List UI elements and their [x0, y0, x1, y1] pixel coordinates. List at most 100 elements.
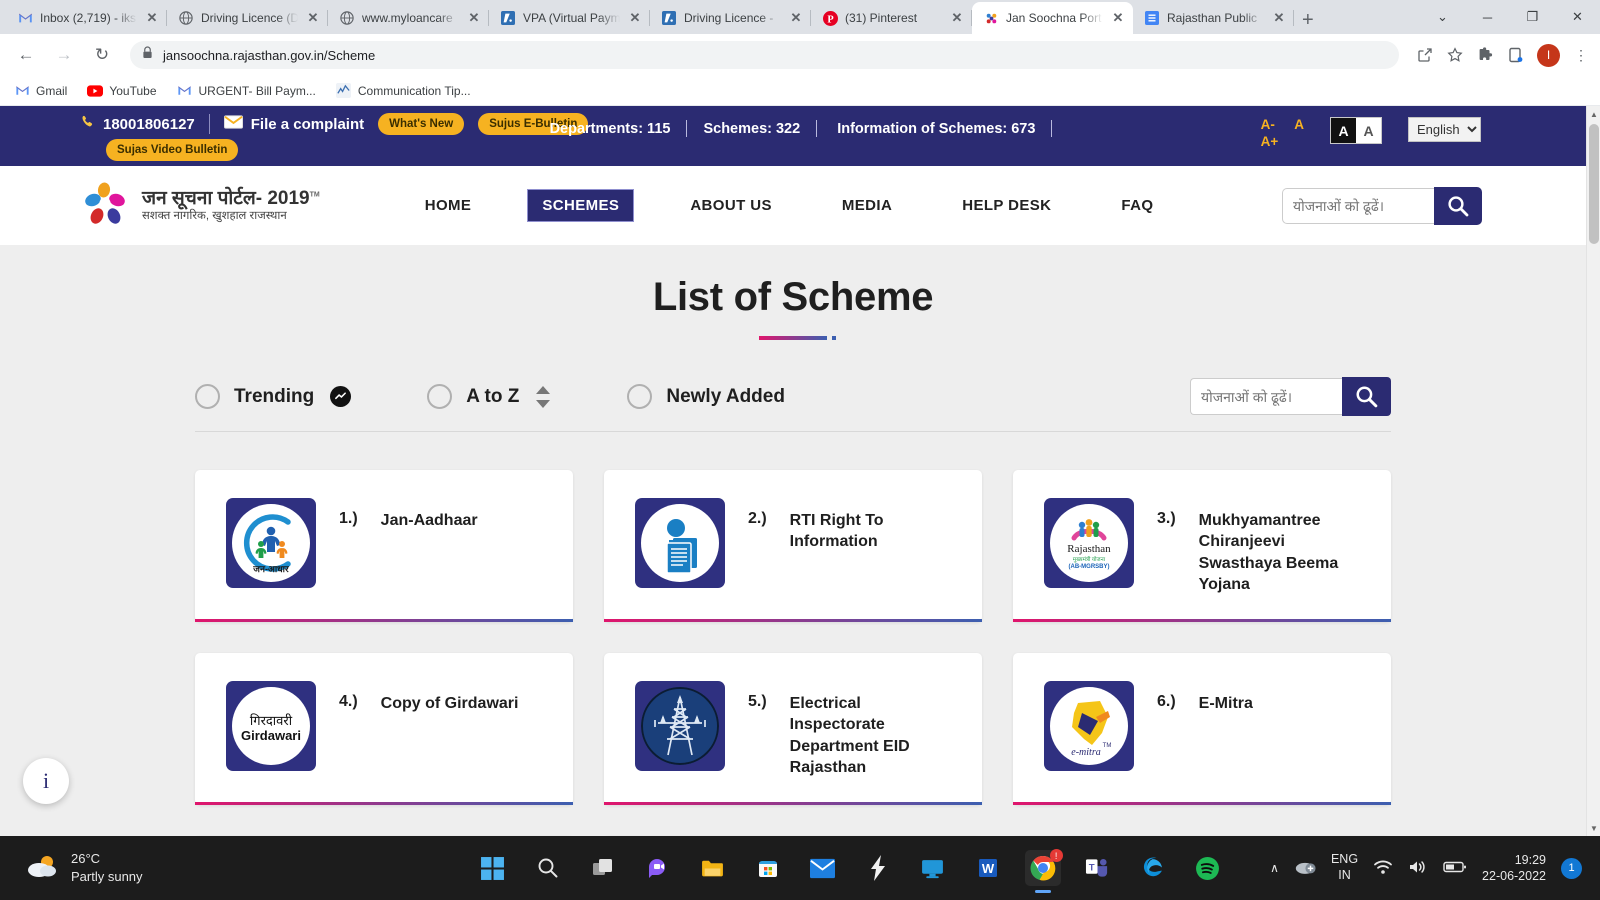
whats-new-button[interactable]: What's New [378, 113, 465, 135]
close-icon[interactable]: ✕ [788, 10, 804, 26]
edge-icon[interactable] [1135, 850, 1171, 886]
font-increase-button[interactable]: A+ [1261, 134, 1279, 149]
language-select[interactable]: English [1408, 117, 1481, 142]
chiranjeevi-logo: Rajasthan मुख्यमंत्री योजना (AB-MGRSBY) [1050, 504, 1128, 582]
chat-icon[interactable] [640, 850, 676, 886]
close-icon[interactable]: ✕ [1271, 10, 1287, 26]
filter-trending[interactable]: Trending [195, 384, 352, 409]
input-language-indicator[interactable]: ENG IN [1331, 852, 1358, 883]
bookmark-item[interactable]: YouTube [87, 83, 157, 99]
page-scrollbar[interactable]: ▲ ▼ [1586, 106, 1600, 836]
close-icon[interactable]: ✕ [1110, 10, 1126, 26]
spotify-icon[interactable] [1190, 850, 1226, 886]
font-decrease-button[interactable]: A- [1261, 117, 1279, 132]
reload-icon[interactable]: ↻ [88, 41, 116, 69]
maximize-button[interactable]: ❐ [1510, 0, 1555, 34]
filter-a-to-z[interactable]: A to Z [427, 384, 551, 409]
site-logo[interactable]: जन सूचना पोर्टल- 2019TM सशक्त नागरिक, खु… [80, 182, 320, 230]
file-explorer-icon[interactable] [695, 850, 731, 886]
onedrive-icon[interactable] [1294, 859, 1316, 878]
extensions-icon[interactable] [1477, 47, 1493, 63]
scroll-down-icon[interactable]: ▼ [1587, 820, 1600, 836]
device-icon[interactable] [1507, 47, 1523, 63]
radio-a-to-z[interactable] [427, 384, 453, 409]
nav-item-media[interactable]: MEDIA [828, 190, 906, 221]
sujus-ebulletin-button[interactable]: Sujus E-Bulletin [478, 113, 589, 135]
forward-icon[interactable]: → [50, 41, 78, 69]
remote-desktop-icon[interactable] [915, 850, 951, 886]
address-bar[interactable]: jansoochna.rajasthan.gov.in/Scheme [130, 41, 1399, 69]
browser-tab[interactable]: Driving Licence (D ✕ [167, 2, 328, 34]
nav-item-faq[interactable]: FAQ [1107, 190, 1167, 221]
radio-trending[interactable] [195, 384, 220, 409]
sujas-video-bulletin-button[interactable]: Sujas Video Bulletin [106, 139, 239, 161]
share-icon[interactable] [1417, 47, 1433, 63]
start-icon[interactable] [475, 850, 511, 886]
info-fab-button[interactable]: i [23, 758, 69, 804]
contrast-toggle[interactable]: A A [1330, 117, 1382, 144]
nav-item-about-us[interactable]: ABOUT US [676, 190, 786, 221]
bookmark-item[interactable]: Gmail [14, 83, 67, 99]
teams-icon[interactable]: T [1080, 850, 1116, 886]
nav-item-help-desk[interactable]: HELP DESK [948, 190, 1065, 221]
back-icon[interactable]: ← [12, 41, 40, 69]
contrast-dark-option[interactable]: A [1331, 118, 1356, 143]
close-icon[interactable]: ✕ [627, 10, 643, 26]
nav-item-home[interactable]: HOME [411, 190, 486, 221]
taskbar-weather-widget[interactable]: 26°C Partly sunny [0, 850, 430, 885]
browser-tab[interactable]: Inbox (2,719) - iks ✕ [6, 2, 167, 34]
notification-badge[interactable]: 1 [1561, 857, 1582, 879]
filter-newly-added[interactable]: Newly Added [627, 384, 785, 409]
volume-icon[interactable] [1408, 859, 1428, 878]
radio-newly-added[interactable] [627, 384, 653, 409]
new-tab-button[interactable]: + [1302, 10, 1314, 30]
chrome-icon[interactable]: ! [1024, 849, 1063, 886]
file-complaint-link[interactable]: File a complaint [223, 115, 364, 133]
scheme-title: E-Mitra [1198, 695, 1253, 713]
font-normal-button[interactable]: A [1294, 117, 1304, 132]
word-icon[interactable]: W [970, 850, 1006, 886]
scheme-search-input[interactable] [1190, 378, 1342, 415]
scheme-card[interactable]: जन-आधार 1.) Jan-Aadhaar [195, 470, 573, 623]
header-search-input[interactable] [1282, 187, 1434, 224]
mail-icon[interactable] [805, 850, 841, 886]
browser-tab[interactable]: Driving Licence - ✕ [650, 2, 811, 34]
helpline-phone[interactable]: 18001806127 [80, 114, 195, 134]
browser-tab[interactable]: P (31) Pinterest ✕ [811, 2, 972, 34]
scheme-search-button[interactable] [1342, 377, 1391, 416]
scheme-card[interactable]: गिरदावरी Girdawari 4.) Copy of Girdawari [195, 653, 573, 806]
scheme-card[interactable]: 2.) RTI Right To Information [604, 470, 982, 623]
contrast-light-option[interactable]: A [1356, 118, 1381, 143]
task-view-icon[interactable] [585, 850, 621, 886]
wifi-icon[interactable] [1373, 859, 1393, 878]
close-icon[interactable]: ✕ [466, 10, 482, 26]
tab-search-chevron-icon[interactable]: ⌄ [1420, 0, 1465, 34]
scrollbar-thumb[interactable] [1589, 124, 1599, 244]
browser-tab[interactable]: VPA (Virtual Paym ✕ [489, 2, 650, 34]
search-icon[interactable] [530, 850, 566, 886]
scheme-card[interactable]: 5.) Electrical Inspectorate Department E… [604, 653, 982, 806]
header-search-button[interactable] [1434, 186, 1482, 225]
bookmark-item[interactable]: URGENT- Bill Paym... [177, 83, 316, 99]
browser-tab-active[interactable]: Jan Soochna Port ✕ [972, 2, 1133, 34]
bookmark-item[interactable]: Communication Tip... [336, 83, 471, 99]
nav-item-schemes[interactable]: SCHEMES [527, 189, 635, 222]
microsoft-store-icon[interactable] [750, 850, 786, 886]
close-icon[interactable]: ✕ [949, 10, 965, 26]
tray-expand-chevron-icon[interactable]: ∧ [1270, 861, 1279, 875]
profile-avatar[interactable]: I [1537, 43, 1560, 67]
scroll-up-icon[interactable]: ▲ [1587, 106, 1600, 122]
lightning-icon[interactable] [860, 850, 896, 886]
browser-menu-icon[interactable]: ⋮ [1574, 47, 1588, 64]
close-icon[interactable]: ✕ [305, 10, 321, 26]
browser-tab[interactable]: www.myloancare ✕ [328, 2, 489, 34]
taskbar-clock[interactable]: 19:29 22-06-2022 [1482, 852, 1546, 885]
browser-tab[interactable]: Rajasthan Public ✕ [1133, 2, 1294, 34]
scheme-card[interactable]: Rajasthan मुख्यमंत्री योजना (AB-MGRSBY) … [1013, 470, 1391, 623]
battery-icon[interactable] [1443, 860, 1467, 877]
close-icon[interactable]: ✕ [144, 10, 160, 26]
star-icon[interactable] [1447, 47, 1463, 63]
close-window-button[interactable]: ✕ [1555, 0, 1600, 34]
minimize-button[interactable]: ─ [1465, 0, 1510, 34]
scheme-card[interactable]: e-mitra TM 6.) E-Mitra [1013, 653, 1391, 806]
